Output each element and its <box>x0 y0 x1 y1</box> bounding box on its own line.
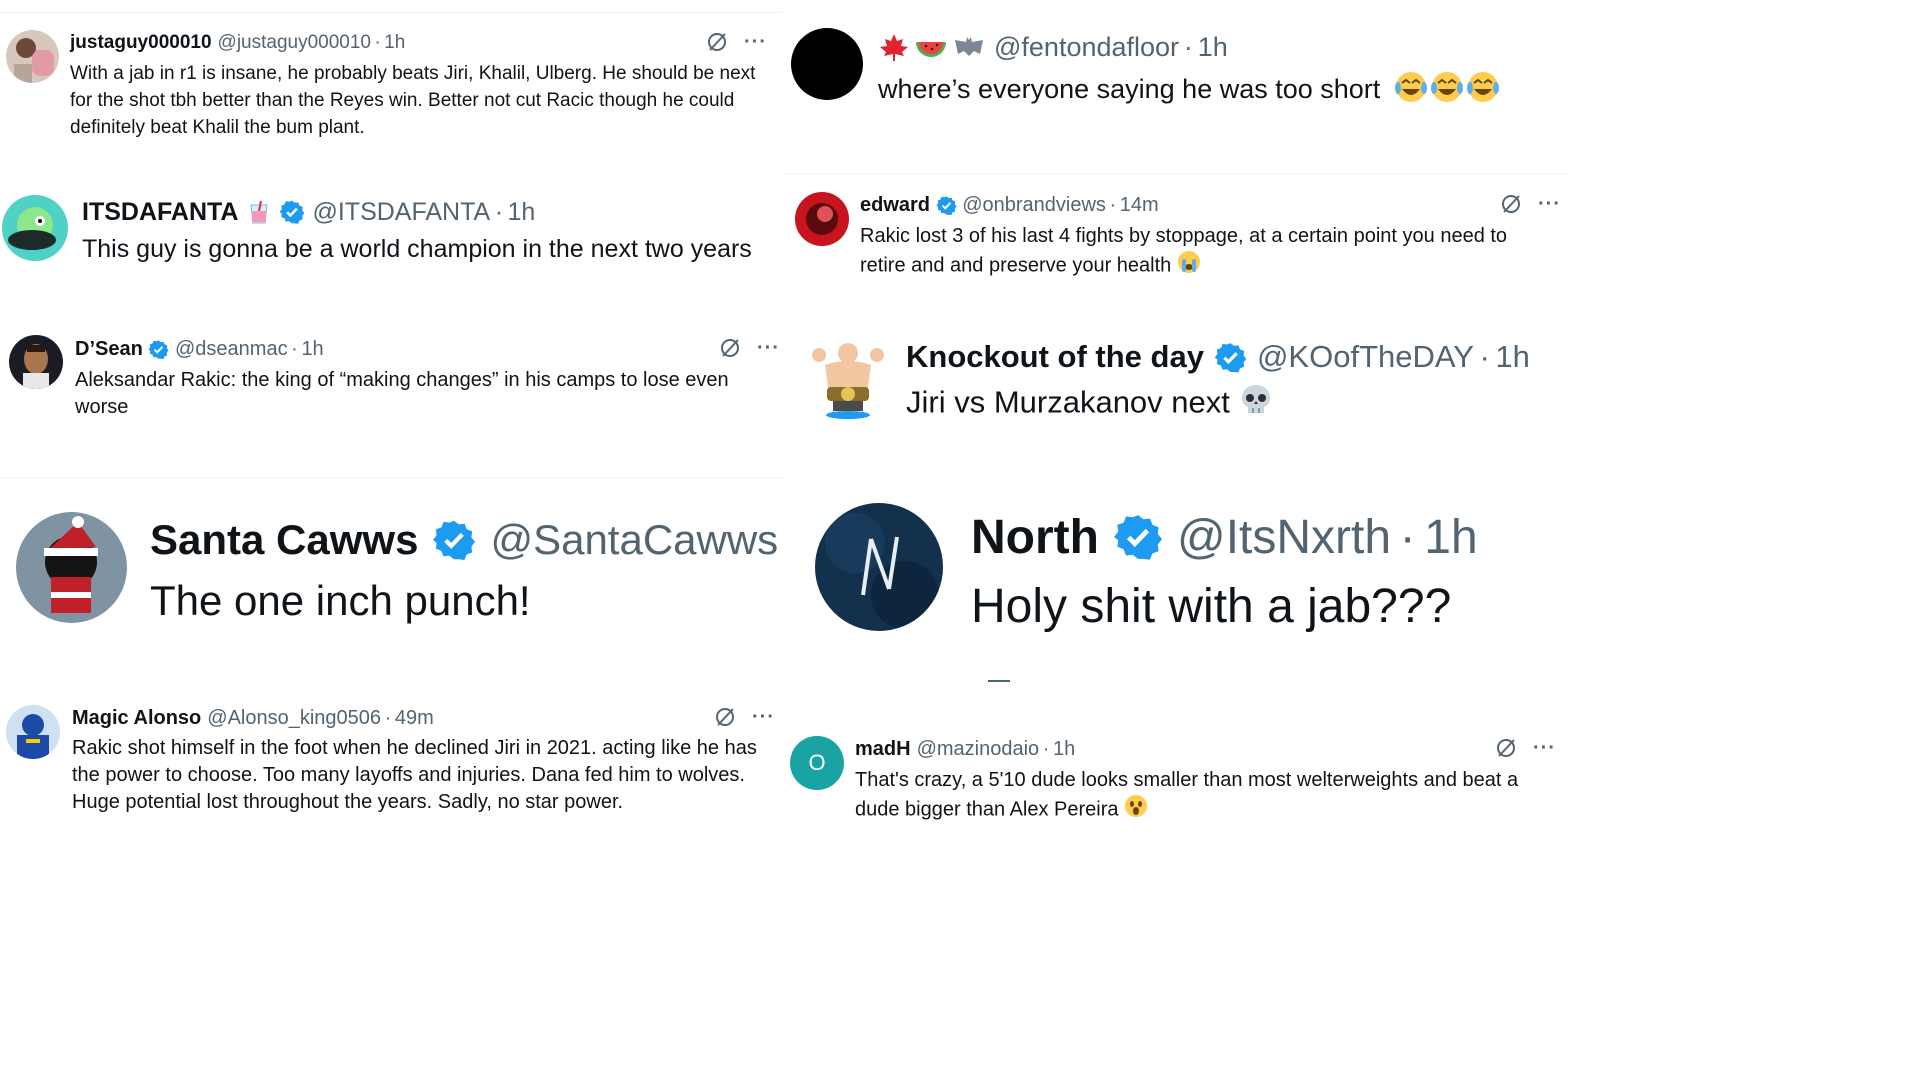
separator-dot: · <box>291 337 298 360</box>
tweet-text: Holy shit with a jab??? <box>971 580 1452 633</box>
more-icon[interactable]: ··· <box>1533 738 1556 758</box>
handle[interactable]: @KOofTheDAY <box>1257 339 1474 375</box>
handle[interactable]: @justaguy000010 <box>218 32 371 54</box>
avatar-letter: O <box>808 750 826 775</box>
display-name[interactable]: ITSDAFANTA <box>82 198 238 227</box>
timestamp[interactable]: 1h <box>301 338 323 361</box>
display-name[interactable]: Santa Cawws <box>150 516 418 564</box>
separator-dot: · <box>1183 31 1193 62</box>
timestamp[interactable]: 1h <box>1495 339 1529 375</box>
tweet-text: where’s everyone saying he was too short <box>878 74 1381 105</box>
drink-icon <box>246 199 272 225</box>
handle[interactable]: @ITSDAFANTA <box>312 198 490 227</box>
divider <box>785 173 1568 174</box>
display-name[interactable]: edward <box>860 194 930 217</box>
tweet-text: Rakic shot himself in the foot when he d… <box>72 737 757 813</box>
separator-dot: · <box>1042 737 1050 760</box>
separator-dot: · <box>384 706 392 729</box>
timestamp[interactable]: 1h <box>1424 510 1477 565</box>
handle[interactable]: @ItsNxrth <box>1177 510 1391 565</box>
verified-badge-icon <box>1113 512 1163 562</box>
tweet-text: With a jab in r1 is insane, he probably … <box>70 63 756 138</box>
tweet-text: This guy is gonna be a world champion in… <box>82 235 752 263</box>
verified-badge-icon <box>432 518 476 562</box>
maple-leaf-icon <box>878 32 910 62</box>
grok-icon[interactable] <box>719 337 741 359</box>
handle[interactable]: @onbrandviews <box>962 194 1106 217</box>
verified-badge-icon <box>1214 341 1247 374</box>
handle[interactable]: @Alonso_king0506 <box>207 707 381 730</box>
avatar[interactable] <box>6 30 59 83</box>
timestamp[interactable]: 1h <box>1198 32 1228 63</box>
separator-dot: · <box>1399 510 1416 564</box>
skull-emoji <box>1239 383 1273 426</box>
divider <box>0 477 782 478</box>
display-name[interactable]: Magic Alonso <box>72 707 201 730</box>
tweet-text: That's crazy, a 5'10 dude looks smaller … <box>855 769 1519 821</box>
avatar[interactable] <box>795 192 849 246</box>
handle[interactable]: @mazinodaio <box>917 738 1040 761</box>
display-name[interactable]: North <box>971 510 1099 565</box>
separator-dot: · <box>1479 339 1490 374</box>
separator-dot: · <box>374 32 381 53</box>
verified-badge-icon <box>279 199 305 225</box>
divider <box>0 12 782 13</box>
bat-icon <box>952 32 986 62</box>
handle[interactable]: @SantaCawws <box>490 516 778 564</box>
timestamp[interactable]: 49m <box>395 707 434 730</box>
more-icon[interactable]: ··· <box>752 707 775 727</box>
tweet-text: Aleksandar Rakic: the king of “making ch… <box>75 369 729 418</box>
handle[interactable]: @fentondafloor <box>994 32 1179 63</box>
tweet-text: Jiri vs Murzakanov next <box>906 384 1230 420</box>
display-name[interactable]: justaguy000010 <box>70 32 212 54</box>
avatar[interactable] <box>2 195 68 261</box>
handle[interactable]: @dseanmac <box>175 338 288 361</box>
grok-icon[interactable] <box>1495 737 1517 759</box>
display-name[interactable]: D’Sean <box>75 338 143 361</box>
separator-dot: · <box>494 197 504 226</box>
display-name[interactable]: madH <box>855 738 911 761</box>
avatar[interactable] <box>6 705 60 759</box>
astonished-emoji <box>1124 794 1148 826</box>
timestamp[interactable]: 1h <box>508 198 536 227</box>
tears-of-joy-emoji <box>1394 70 1502 112</box>
timestamp[interactable]: 1h <box>1053 738 1075 761</box>
more-icon[interactable]: ··· <box>757 338 780 358</box>
avatar[interactable] <box>9 335 63 389</box>
grok-icon[interactable] <box>714 706 736 728</box>
more-icon[interactable]: ··· <box>744 32 767 52</box>
avatar[interactable] <box>791 28 863 100</box>
display-name[interactable]: Knockout of the day <box>906 339 1204 375</box>
timestamp[interactable]: 14m <box>1120 194 1159 217</box>
grok-icon[interactable] <box>1500 193 1522 215</box>
watermelon-icon <box>914 32 948 62</box>
divider <box>988 680 1010 682</box>
avatar[interactable]: O <box>790 736 844 790</box>
timestamp[interactable]: 1h <box>384 32 405 54</box>
grok-icon[interactable] <box>706 31 728 53</box>
crying-emoji <box>1177 250 1201 282</box>
more-icon[interactable]: ··· <box>1538 194 1561 214</box>
avatar[interactable] <box>815 503 943 631</box>
verified-badge-icon <box>936 195 957 216</box>
tweet-text: The one inch punch! <box>150 577 531 624</box>
verified-badge-icon <box>148 339 169 360</box>
avatar[interactable] <box>805 335 891 421</box>
separator-dot: · <box>1109 193 1117 216</box>
avatar[interactable] <box>16 512 127 623</box>
